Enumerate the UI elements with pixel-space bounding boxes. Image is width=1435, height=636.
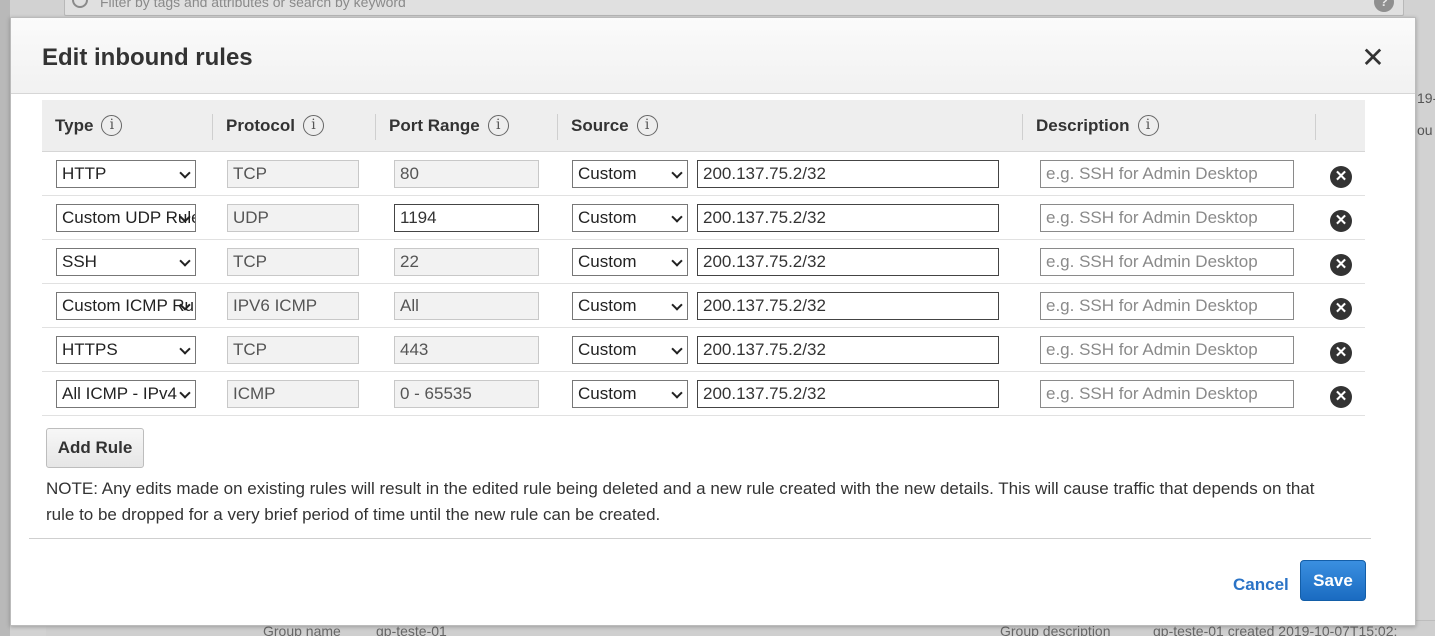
source-cidr-input[interactable]: 200.137.75.2/32 <box>697 204 999 232</box>
info-icon[interactable]: i <box>1137 115 1159 137</box>
remove-rule-icon[interactable]: ✕ <box>1330 210 1352 232</box>
chevron-down-icon <box>179 387 191 399</box>
remove-rule-icon[interactable]: ✕ <box>1330 386 1352 408</box>
description-input[interactable]: e.g. SSH for Admin Desktop <box>1040 160 1294 188</box>
remove-rule-icon[interactable]: ✕ <box>1330 342 1352 364</box>
description-input[interactable]: e.g. SSH for Admin Desktop <box>1040 292 1294 320</box>
column-divider <box>1022 114 1023 140</box>
description-input[interactable]: e.g. SSH for Admin Desktop <box>1040 204 1294 232</box>
info-icon[interactable]: i <box>636 115 658 137</box>
table-row: HTTPS TCP 443 Custom 200.137.75.2/32 e.g… <box>42 328 1365 372</box>
description-input[interactable]: e.g. SSH for Admin Desktop <box>1040 380 1294 408</box>
source-cidr-input[interactable]: 200.137.75.2/32 <box>697 336 999 364</box>
chevron-down-icon <box>179 343 191 355</box>
modal-header: Edit inbound rules ✕ <box>11 18 1415 94</box>
column-divider <box>212 114 213 140</box>
type-select[interactable]: Custom ICMP Rule - IPv6 <box>56 292 196 320</box>
chevron-down-icon <box>179 255 191 267</box>
protocol-field: TCP <box>227 336 359 364</box>
source-cidr-input[interactable]: 200.137.75.2/32 <box>697 380 999 408</box>
source-type-select[interactable]: Custom <box>572 292 688 320</box>
type-select[interactable]: HTTPS <box>56 336 196 364</box>
column-divider <box>375 114 376 140</box>
table-row: Custom UDP Rule UDP 1194 Custom 200.137.… <box>42 196 1365 240</box>
port-range-field: All <box>394 292 539 320</box>
remove-rule-icon[interactable]: ✕ <box>1330 298 1352 320</box>
modal-title: Edit inbound rules <box>42 44 253 71</box>
protocol-field: UDP <box>227 204 359 232</box>
column-divider <box>1315 114 1316 140</box>
chevron-down-icon <box>671 343 683 355</box>
source-type-select[interactable]: Custom <box>572 380 688 408</box>
edit-warning-note: NOTE: Any edits made on existing rules w… <box>46 479 1315 524</box>
source-cidr-input[interactable]: 200.137.75.2/32 <box>697 248 999 276</box>
chevron-down-icon <box>671 299 683 311</box>
source-cidr-input[interactable]: 200.137.75.2/32 <box>697 160 999 188</box>
close-icon[interactable]: ✕ <box>1359 44 1387 72</box>
table-row: All ICMP - IPv4 ICMP 0 - 65535 Custom 20… <box>42 372 1365 416</box>
remove-rule-icon[interactable]: ✕ <box>1330 166 1352 188</box>
source-type-select[interactable]: Custom <box>572 248 688 276</box>
description-input[interactable]: e.g. SSH for Admin Desktop <box>1040 248 1294 276</box>
column-header-type: Type i <box>55 100 123 152</box>
protocol-field: ICMP <box>227 380 359 408</box>
source-type-select[interactable]: Custom <box>572 204 688 232</box>
type-select[interactable]: All ICMP - IPv4 <box>56 380 196 408</box>
edit-inbound-rules-modal: Edit inbound rules ✕ Type i Protocol i Por… <box>10 17 1416 626</box>
port-range-field: 443 <box>394 336 539 364</box>
info-icon[interactable]: i <box>487 115 509 137</box>
chevron-down-icon <box>179 167 191 179</box>
column-header-description: Description i <box>1036 100 1159 152</box>
background-side-text: ou <box>1417 122 1433 138</box>
column-header-port-range: Port Range i <box>389 100 509 152</box>
save-button[interactable]: Save <box>1300 560 1366 601</box>
add-rule-button[interactable]: Add Rule <box>46 428 144 468</box>
column-header-protocol: Protocol i <box>226 100 324 152</box>
footer-divider <box>29 538 1371 539</box>
table-header: Type i Protocol i Port Range i Source i Desc… <box>42 100 1365 152</box>
port-range-field: 0 - 65535 <box>394 380 539 408</box>
column-header-source: Source i <box>571 100 658 152</box>
table-row: SSH TCP 22 Custom 200.137.75.2/32 e.g. S… <box>42 240 1365 284</box>
remove-rule-icon[interactable]: ✕ <box>1330 254 1352 276</box>
type-select[interactable]: Custom UDP Rule <box>56 204 196 232</box>
info-icon[interactable]: i <box>302 115 324 137</box>
protocol-field: IPV6 ICMP <box>227 292 359 320</box>
description-input[interactable]: e.g. SSH for Admin Desktop <box>1040 336 1294 364</box>
background-search-placeholder: Filter by tags and attributes or search … <box>100 0 406 10</box>
source-type-select[interactable]: Custom <box>572 336 688 364</box>
chevron-down-icon <box>671 255 683 267</box>
source-cidr-input[interactable]: 200.137.75.2/32 <box>697 292 999 320</box>
port-range-input[interactable]: 1194 <box>394 204 539 232</box>
background-side-text: 19- <box>1417 90 1435 106</box>
table-row: HTTP TCP 80 Custom 200.137.75.2/32 e.g. … <box>42 152 1365 196</box>
cancel-link[interactable]: Cancel <box>1233 575 1289 595</box>
source-type-select[interactable]: Custom <box>572 160 688 188</box>
info-icon[interactable]: i <box>101 115 123 137</box>
protocol-field: TCP <box>227 248 359 276</box>
column-divider <box>557 114 558 140</box>
type-select[interactable]: HTTP <box>56 160 196 188</box>
chevron-down-icon <box>671 387 683 399</box>
chevron-down-icon <box>671 167 683 179</box>
protocol-field: TCP <box>227 160 359 188</box>
chevron-down-icon <box>671 211 683 223</box>
background-sidebar-edge <box>0 0 10 636</box>
table-row: Custom ICMP Rule - IPv6 IPV6 ICMP All Cu… <box>42 284 1365 328</box>
type-select[interactable]: SSH <box>56 248 196 276</box>
port-range-field: 22 <box>394 248 539 276</box>
port-range-field: 80 <box>394 160 539 188</box>
